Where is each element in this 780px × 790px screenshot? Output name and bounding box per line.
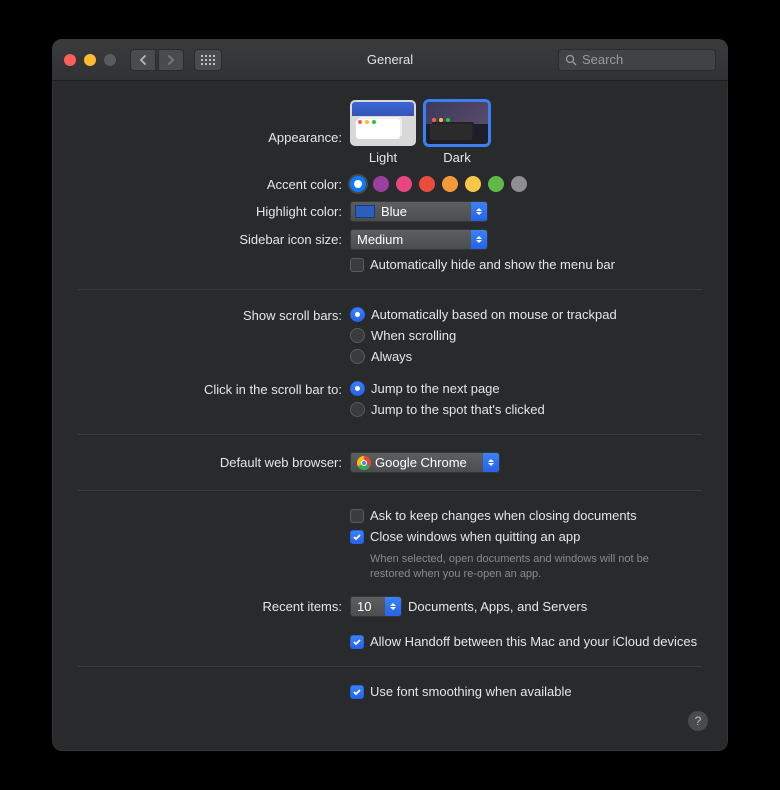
click-scroll-label: Click in the scroll bar to:	[52, 381, 350, 397]
titlebar: General Search	[52, 39, 728, 81]
browser-value: Google Chrome	[375, 455, 467, 470]
ask-keep-checkbox[interactable]: Ask to keep changes when closing documen…	[350, 508, 637, 523]
ask-keep-label: Ask to keep changes when closing documen…	[370, 508, 637, 523]
radio-icon	[350, 381, 365, 396]
grid-icon	[201, 55, 215, 65]
radio-icon	[350, 307, 365, 322]
chevron-right-icon	[167, 55, 175, 65]
search-icon	[565, 54, 577, 66]
checkbox-icon	[350, 685, 364, 699]
accent-swatch-6[interactable]	[488, 176, 504, 192]
close-windows-checkbox[interactable]: Close windows when quitting an app	[350, 529, 580, 544]
appearance-options: Light Dark	[350, 100, 490, 165]
accent-swatch-7[interactable]	[511, 176, 527, 192]
accent-swatch-3[interactable]	[419, 176, 435, 192]
appearance-light-option[interactable]	[350, 100, 416, 146]
radio-icon	[350, 328, 365, 343]
divider	[78, 434, 702, 435]
highlight-label: Highlight color:	[52, 204, 350, 219]
autohide-menubar-checkbox[interactable]: Automatically hide and show the menu bar	[350, 257, 615, 272]
close-windows-hint: When selected, open documents and window…	[350, 550, 680, 583]
scrollbars-option-1[interactable]: When scrolling	[350, 328, 617, 343]
highlight-swatch-icon	[355, 205, 375, 218]
click-scroll-option-1[interactable]: Jump to the spot that's clicked	[350, 402, 545, 417]
click-scroll-option-label: Jump to the next page	[371, 381, 500, 396]
appearance-label: Appearance:	[52, 100, 350, 145]
radio-icon	[350, 402, 365, 417]
help-icon: ?	[695, 714, 702, 728]
accent-swatch-0[interactable]	[350, 176, 366, 192]
recent-items-select[interactable]: 10	[350, 596, 402, 617]
accent-color-swatches	[350, 176, 527, 192]
font-smoothing-checkbox[interactable]: Use font smoothing when available	[350, 684, 572, 699]
radio-icon	[350, 349, 365, 364]
select-arrow-icon	[385, 597, 401, 616]
highlight-value: Blue	[381, 204, 407, 219]
accent-swatch-5[interactable]	[465, 176, 481, 192]
scrollbars-option-label: Always	[371, 349, 412, 364]
close-windows-label: Close windows when quitting an app	[370, 529, 580, 544]
click-scroll-radiogroup: Jump to the next page Jump to the spot th…	[350, 381, 545, 417]
sidebar-size-value: Medium	[357, 232, 403, 247]
forward-button[interactable]	[158, 49, 184, 71]
accent-swatch-2[interactable]	[396, 176, 412, 192]
search-placeholder: Search	[582, 52, 623, 67]
recent-suffix: Documents, Apps, and Servers	[408, 599, 587, 614]
nav-buttons	[130, 49, 184, 71]
browser-label: Default web browser:	[52, 455, 350, 470]
click-scroll-option-0[interactable]: Jump to the next page	[350, 381, 545, 396]
scrollbars-radiogroup: Automatically based on mouse or trackpad…	[350, 307, 617, 364]
select-arrow-icon	[471, 230, 487, 249]
handoff-checkbox[interactable]: Allow Handoff between this Mac and your …	[350, 634, 697, 649]
scrollbars-option-label: When scrolling	[371, 328, 456, 343]
scrollbars-option-0[interactable]: Automatically based on mouse or trackpad	[350, 307, 617, 322]
checkbox-icon	[350, 509, 364, 523]
checkbox-icon	[350, 530, 364, 544]
select-arrow-icon	[471, 202, 487, 221]
back-button[interactable]	[130, 49, 156, 71]
accent-swatch-4[interactable]	[442, 176, 458, 192]
scrollbars-label: Show scroll bars:	[52, 307, 350, 323]
font-smoothing-label: Use font smoothing when available	[370, 684, 572, 699]
minimize-window-button[interactable]	[84, 54, 96, 66]
divider	[78, 666, 702, 667]
handoff-label: Allow Handoff between this Mac and your …	[370, 634, 697, 649]
scrollbars-option-2[interactable]: Always	[350, 349, 617, 364]
chevron-left-icon	[139, 55, 147, 65]
select-arrow-icon	[483, 453, 499, 472]
recent-value: 10	[357, 599, 371, 614]
accent-swatch-1[interactable]	[373, 176, 389, 192]
divider	[78, 289, 702, 290]
window-controls	[64, 54, 116, 66]
search-field[interactable]: Search	[558, 49, 716, 71]
show-all-button[interactable]	[194, 49, 222, 71]
scrollbars-option-label: Automatically based on mouse or trackpad	[371, 307, 617, 322]
browser-select[interactable]: Google Chrome	[350, 452, 500, 473]
chrome-icon	[357, 456, 371, 470]
sidebar-size-label: Sidebar icon size:	[52, 232, 350, 247]
close-window-button[interactable]	[64, 54, 76, 66]
divider	[78, 490, 702, 491]
sidebar-size-select[interactable]: Medium	[350, 229, 488, 250]
click-scroll-option-label: Jump to the spot that's clicked	[371, 402, 545, 417]
preferences-body: Appearance: Light Dark Accent color:	[52, 81, 728, 702]
help-button[interactable]: ?	[688, 711, 708, 731]
checkbox-icon	[350, 635, 364, 649]
preferences-window: General Search Appearance: Light Dark	[52, 39, 728, 751]
checkbox-icon	[350, 258, 364, 272]
appearance-dark-option[interactable]	[424, 100, 490, 146]
autohide-menubar-label: Automatically hide and show the menu bar	[370, 257, 615, 272]
accent-label: Accent color:	[52, 177, 350, 192]
zoom-window-button[interactable]	[104, 54, 116, 66]
highlight-color-select[interactable]: Blue	[350, 201, 488, 222]
appearance-light-label: Light	[369, 150, 397, 165]
appearance-dark-label: Dark	[443, 150, 470, 165]
recent-label: Recent items:	[52, 599, 350, 614]
